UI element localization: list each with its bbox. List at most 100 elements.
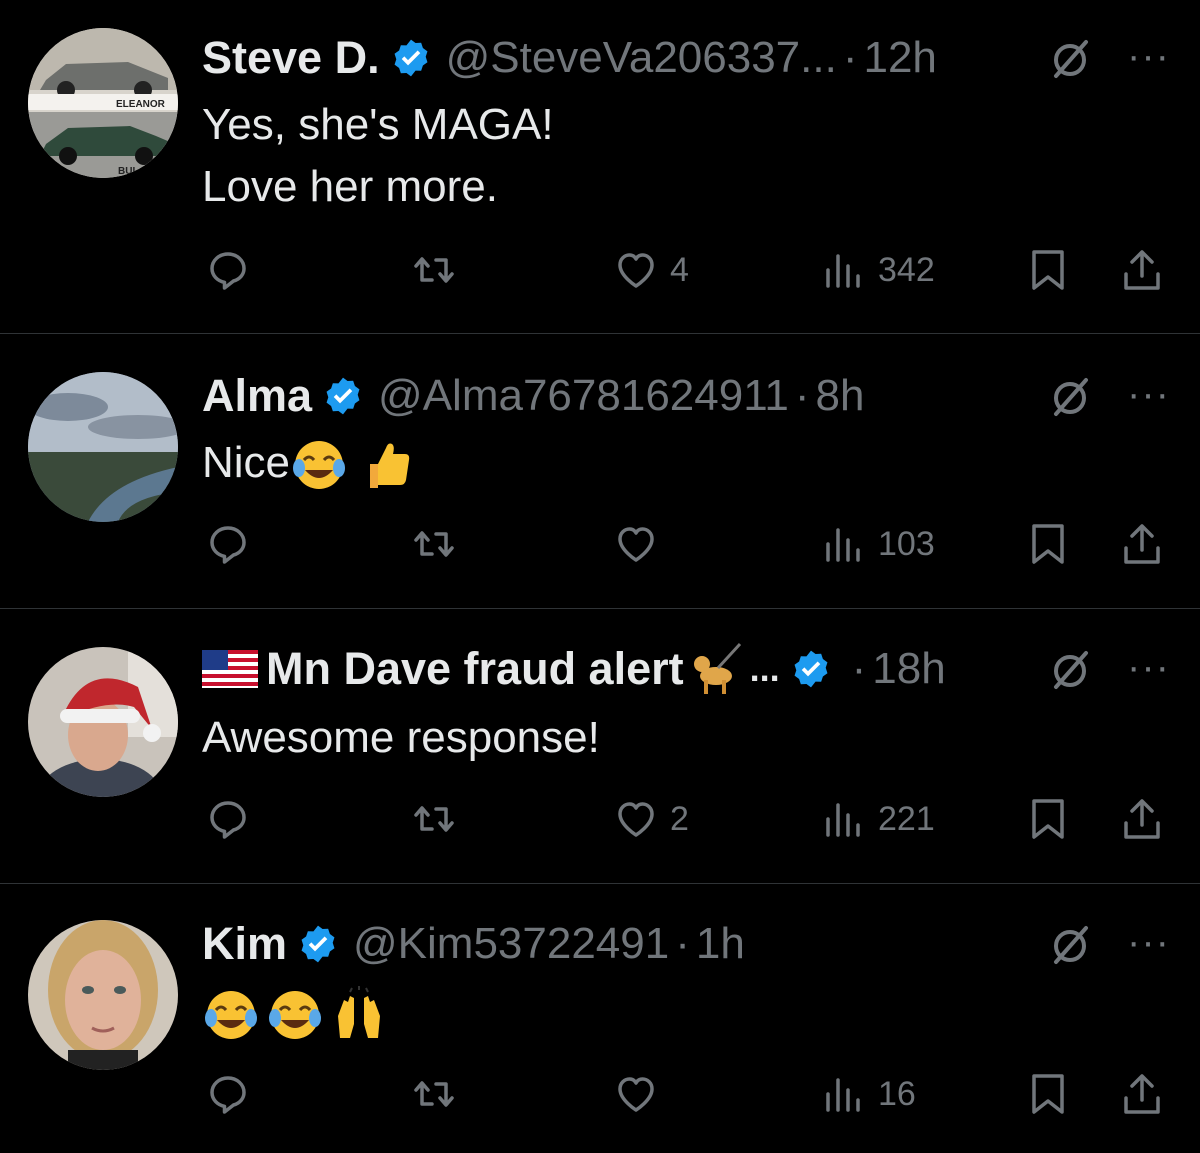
views-icon	[826, 528, 860, 562]
separator: ·	[794, 371, 810, 420]
action-bar: 2 221	[0, 789, 1200, 849]
view-count: 103	[878, 524, 935, 563]
share-button[interactable]	[1118, 240, 1166, 300]
timestamp[interactable]: 12h	[863, 33, 936, 83]
share-icon	[1124, 799, 1160, 839]
bookmark-icon	[1032, 250, 1064, 290]
avatar-car-image: ELEANOR BUL	[28, 28, 178, 178]
more-options-icon[interactable]: ···	[1127, 32, 1170, 80]
bookmark-button[interactable]	[1024, 789, 1072, 849]
share-button[interactable]	[1118, 514, 1166, 574]
share-icon	[1124, 524, 1160, 564]
repost-icon	[414, 1081, 454, 1107]
timestamp[interactable]: 1h	[696, 919, 745, 969]
like-count: 4	[670, 250, 689, 289]
like-button[interactable]	[612, 514, 670, 574]
us-flag-icon	[202, 650, 258, 688]
post-header: Alma @Alma76781624911 · 8h ···	[202, 366, 1200, 426]
heart-icon	[618, 802, 654, 837]
avatar[interactable]	[28, 647, 178, 797]
grok-icon[interactable]	[1046, 920, 1094, 968]
post-text	[202, 982, 1140, 1044]
views-button[interactable]: 342	[820, 240, 935, 300]
post-header: Steve D. @SteveVa206337... · 12h ···	[202, 28, 1200, 88]
post[interactable]: Mn Dave fraud alert ... · 18h ··· Awesom…	[0, 609, 1200, 884]
share-button[interactable]	[1118, 1064, 1166, 1124]
view-count: 342	[878, 250, 935, 289]
avatar[interactable]: ELEANOR BUL	[28, 28, 178, 178]
post-header: Kim @Kim53722491 · 1h ···	[202, 914, 1200, 974]
like-button[interactable]: 2	[612, 789, 689, 849]
view-count: 221	[878, 799, 935, 838]
share-button[interactable]	[1118, 789, 1166, 849]
more-options-icon[interactable]: ···	[1127, 918, 1170, 966]
face-with-tears-of-joy-icon	[269, 991, 321, 1040]
views-button[interactable]: 103	[820, 514, 935, 574]
grok-icon[interactable]	[1046, 372, 1094, 420]
display-name[interactable]: Kim	[202, 918, 287, 970]
verified-badge-icon	[301, 925, 335, 963]
like-button[interactable]: 4	[612, 240, 689, 300]
bookmark-icon	[1032, 799, 1064, 839]
bookmark-button[interactable]	[1024, 240, 1072, 300]
display-name[interactable]: Alma	[202, 370, 312, 422]
share-icon	[1124, 250, 1160, 290]
avatar[interactable]	[28, 372, 178, 522]
user-handle[interactable]: @SteveVa206337...	[446, 33, 837, 83]
repost-button[interactable]	[410, 240, 458, 300]
view-count: 16	[878, 1074, 916, 1113]
repost-button[interactable]	[410, 514, 458, 574]
post-text-content: Nice	[202, 438, 291, 487]
reply-button[interactable]	[204, 240, 252, 300]
reply-button[interactable]	[204, 1064, 252, 1124]
more-options-icon[interactable]: ···	[1127, 370, 1170, 418]
separator: ·	[842, 33, 858, 82]
views-icon	[826, 254, 860, 288]
reply-button[interactable]	[204, 789, 252, 849]
views-icon	[826, 803, 860, 837]
timestamp[interactable]: 8h	[816, 371, 865, 421]
guide-dog-icon	[693, 642, 741, 694]
reply-icon	[210, 801, 246, 839]
views-button[interactable]: 16	[820, 1064, 916, 1124]
bookmark-button[interactable]	[1024, 514, 1072, 574]
reply-feed: ELEANOR BUL Steve D. @SteveVa206337... ·…	[0, 0, 1200, 1153]
share-icon	[1124, 1074, 1160, 1114]
reply-icon	[210, 252, 246, 290]
repost-button[interactable]	[410, 1064, 458, 1124]
timestamp[interactable]: 18h	[872, 644, 945, 694]
post-header: Mn Dave fraud alert ... · 18h ···	[202, 639, 1200, 699]
verified-badge-icon	[394, 39, 428, 77]
user-handle[interactable]: @Kim53722491	[353, 919, 669, 969]
bookmark-button[interactable]	[1024, 1064, 1072, 1124]
post-text: Nice	[202, 432, 1140, 494]
display-name[interactable]: Steve D.	[202, 32, 380, 84]
views-icon	[826, 1078, 860, 1112]
views-button[interactable]: 221	[820, 789, 935, 849]
user-handle[interactable]: @Alma76781624911	[378, 371, 789, 421]
post-text-line: Yes, she's MAGA!	[202, 100, 554, 149]
bookmark-icon	[1032, 1074, 1064, 1114]
display-name[interactable]: Mn Dave fraud alert	[266, 643, 684, 695]
face-with-tears-of-joy-icon	[293, 441, 346, 490]
reply-button[interactable]	[204, 514, 252, 574]
repost-icon	[414, 806, 454, 832]
bookmark-icon	[1032, 524, 1064, 564]
post[interactable]: Kim @Kim53722491 · 1h ··· 16	[0, 884, 1200, 1153]
avatar-label-2: BUL	[118, 166, 139, 177]
grok-icon[interactable]	[1046, 34, 1094, 82]
like-button[interactable]	[612, 1064, 670, 1124]
post[interactable]: ELEANOR BUL Steve D. @SteveVa206337... ·…	[0, 0, 1200, 334]
thumbs-up-icon	[370, 443, 410, 489]
verified-badge-icon	[326, 377, 360, 415]
repost-button[interactable]	[410, 789, 458, 849]
action-bar: 16	[0, 1064, 1200, 1124]
reply-icon	[210, 1076, 246, 1114]
grok-icon[interactable]	[1046, 645, 1094, 693]
raising-hands-icon	[338, 986, 380, 1039]
avatar[interactable]	[28, 920, 178, 1070]
heart-icon	[618, 253, 654, 288]
more-options-icon[interactable]: ···	[1127, 643, 1170, 691]
post-text-line: Nice	[202, 432, 1140, 494]
post[interactable]: Alma @Alma76781624911 · 8h ··· Nice 103	[0, 334, 1200, 609]
